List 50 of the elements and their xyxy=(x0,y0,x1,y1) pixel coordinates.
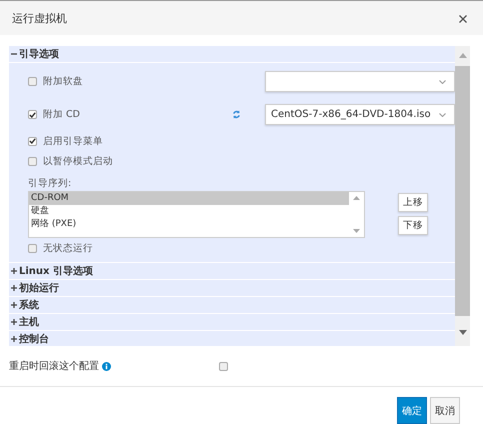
scroll-down-icon[interactable] xyxy=(458,330,466,335)
rollback-label: 重启时回滚这个配置 xyxy=(9,360,99,373)
option-label: 无状态运行 xyxy=(43,242,93,254)
section-header[interactable]: 主机 xyxy=(9,314,455,331)
boot-sequence-label: 引导序列: xyxy=(28,177,72,190)
list-item[interactable]: CD-ROM xyxy=(29,192,349,205)
plus-icon xyxy=(11,268,17,274)
checkbox[interactable] xyxy=(28,136,37,146)
info-icon[interactable] xyxy=(102,362,111,370)
dropdown[interactable]: CentOS-7-x86_64-DVD-1804.iso xyxy=(265,104,455,125)
section-title: 主机 xyxy=(19,315,39,329)
section-header[interactable]: 初始运行 xyxy=(9,280,455,297)
section-title: 引导选项 xyxy=(19,48,59,61)
option-label: 以暂停模式启动 xyxy=(43,154,113,168)
section-header[interactable]: 系统 xyxy=(9,297,455,314)
section-title: Linux 引导选项 xyxy=(19,264,93,278)
option-label: 启用引导菜单 xyxy=(43,134,103,148)
checkbox[interactable] xyxy=(28,110,37,119)
section-title: 系统 xyxy=(19,298,39,312)
dropdown[interactable] xyxy=(265,71,455,92)
scrollbar[interactable] xyxy=(455,46,470,346)
plus-icon xyxy=(11,336,17,342)
list-item[interactable]: 硬盘 xyxy=(29,205,349,218)
option-label: 附加软盘 xyxy=(43,75,83,88)
section-header[interactable]: 引导选项 xyxy=(9,46,455,63)
dialog-title: 运行虚拟机 xyxy=(12,10,67,26)
scroll-down-icon[interactable] xyxy=(353,229,360,233)
list-item[interactable]: 网络 (PXE) xyxy=(29,218,349,231)
close-icon[interactable] xyxy=(459,14,467,22)
section-title: 初始运行 xyxy=(19,281,59,295)
plus-icon xyxy=(11,285,17,291)
scroll-up-icon[interactable] xyxy=(458,53,466,58)
section-title: 控制台 xyxy=(19,332,49,346)
move-button[interactable]: 下移 xyxy=(398,216,428,235)
checkbox[interactable] xyxy=(28,244,37,252)
dialog-button[interactable]: 取消 xyxy=(430,397,460,424)
plus-icon xyxy=(11,302,17,308)
chevron-down-icon xyxy=(439,80,446,84)
checkbox[interactable] xyxy=(28,77,37,86)
chevron-down-icon xyxy=(439,112,446,116)
section-header[interactable]: Linux 引导选项 xyxy=(9,263,455,280)
minus-icon xyxy=(11,51,17,57)
move-button[interactable]: 上移 xyxy=(398,193,428,212)
plus-icon xyxy=(11,319,17,325)
refresh-icon[interactable] xyxy=(232,110,241,119)
scroll-up-icon[interactable] xyxy=(353,196,360,200)
checkbox[interactable] xyxy=(219,362,228,370)
option-label: 附加 CD xyxy=(43,108,80,121)
checkbox[interactable] xyxy=(28,156,37,166)
dialog-button[interactable]: 确定 xyxy=(397,397,427,424)
